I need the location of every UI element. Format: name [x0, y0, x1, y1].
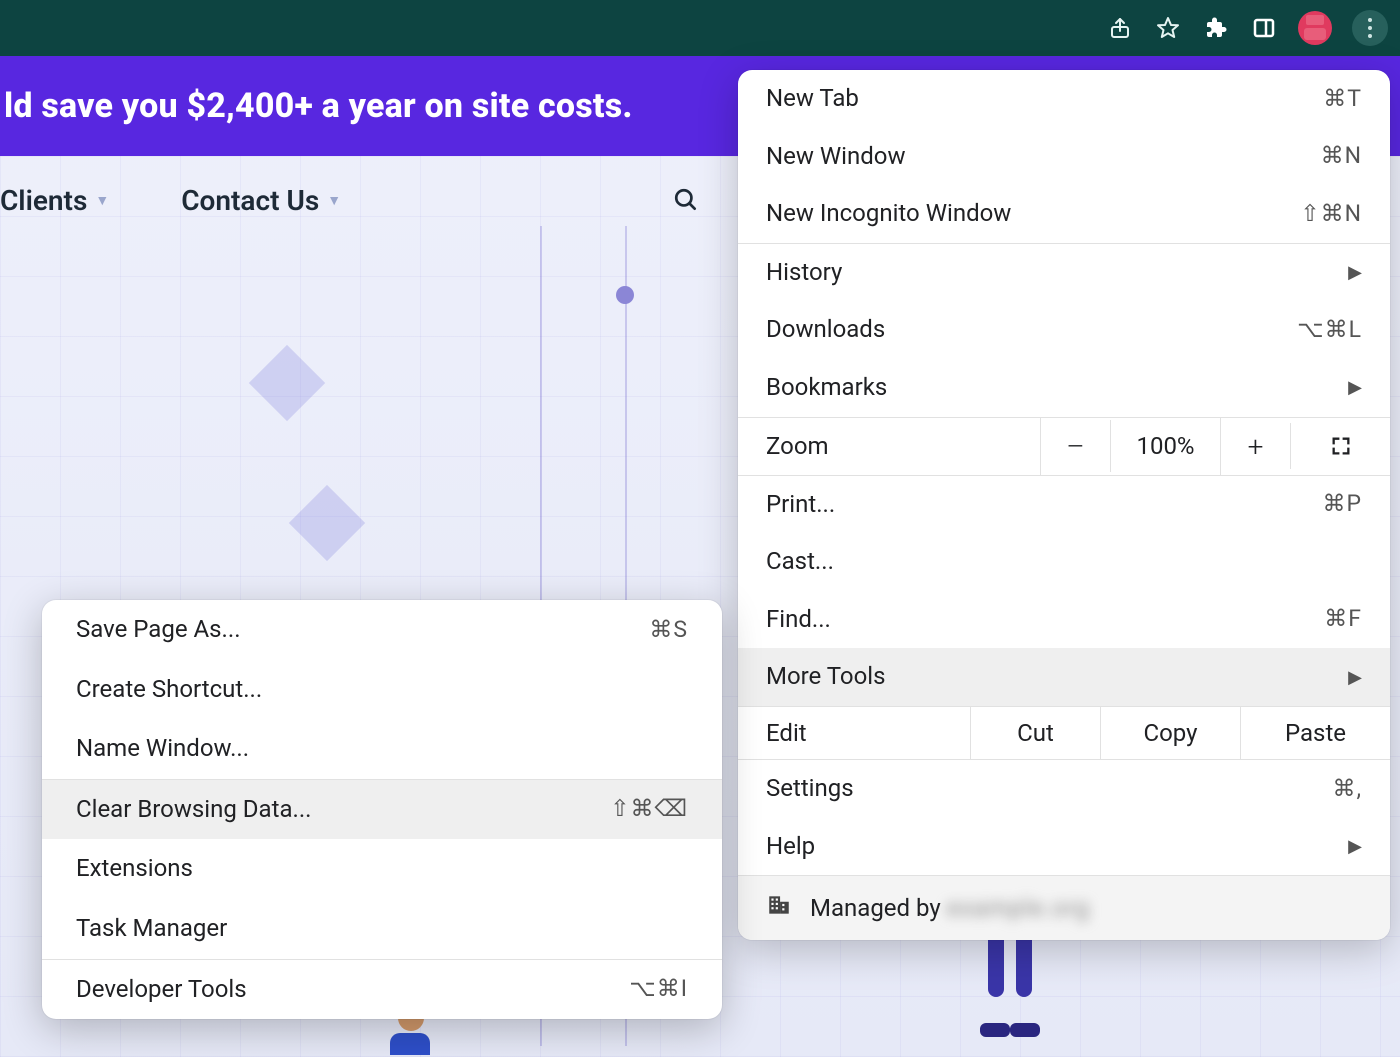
search-icon[interactable]: [673, 187, 699, 213]
submenu-clear-browsing-data[interactable]: Clear Browsing Data... ⇧⌘⌫: [42, 780, 722, 840]
menu-label: Extensions: [76, 852, 193, 886]
edit-cut-button[interactable]: Cut: [970, 707, 1100, 759]
decorative-dot: [616, 286, 634, 304]
bookmark-star-icon[interactable]: [1154, 14, 1182, 42]
organization-icon: [766, 892, 792, 924]
menu-new-tab[interactable]: New Tab ⌘T: [738, 70, 1390, 128]
submenu-extensions[interactable]: Extensions: [42, 839, 722, 899]
menu-label: Create Shortcut...: [76, 673, 262, 707]
menu-print[interactable]: Print... ⌘P: [738, 476, 1390, 534]
menu-shortcut: ⌥⌘I: [629, 973, 688, 1005]
edit-label: Edit: [738, 707, 970, 759]
menu-shortcut: ⌘P: [1322, 488, 1362, 520]
nav-label: Contact Us: [181, 184, 319, 217]
menu-label: New Window: [766, 140, 905, 174]
zoom-label: Zoom: [738, 420, 1040, 472]
menu-label: Clear Browsing Data...: [76, 793, 312, 827]
edit-paste-button[interactable]: Paste: [1240, 707, 1390, 759]
extensions-puzzle-icon[interactable]: [1202, 14, 1230, 42]
menu-label: New Tab: [766, 82, 859, 116]
menu-label: Find...: [766, 603, 831, 637]
menu-label: New Incognito Window: [766, 197, 1011, 231]
side-panel-icon[interactable]: [1250, 14, 1278, 42]
menu-shortcut: ⌥⌘L: [1297, 314, 1362, 346]
menu-shortcut: ⌘T: [1323, 83, 1362, 115]
browser-main-menu: New Tab ⌘T New Window ⌘N New Incognito W…: [738, 70, 1390, 940]
menu-downloads[interactable]: Downloads ⌥⌘L: [738, 301, 1390, 359]
kebab-menu-icon[interactable]: [1352, 10, 1388, 46]
menu-label: Settings: [766, 772, 854, 806]
menu-bookmarks[interactable]: Bookmarks ▶: [738, 359, 1390, 417]
menu-label: Print...: [766, 488, 835, 522]
menu-help[interactable]: Help ▶: [738, 818, 1390, 876]
menu-label: Developer Tools: [76, 973, 247, 1007]
menu-history[interactable]: History ▶: [738, 244, 1390, 302]
more-tools-submenu: Save Page As... ⌘S Create Shortcut... Na…: [42, 600, 722, 1019]
decorative-shape: [289, 485, 365, 561]
edit-copy-button[interactable]: Copy: [1100, 707, 1240, 759]
chevron-down-icon: ▼: [95, 192, 109, 209]
submenu-developer-tools[interactable]: Developer Tools ⌥⌘I: [42, 960, 722, 1020]
menu-managed-by[interactable]: Managed by example.org: [738, 875, 1390, 940]
submenu-save-page[interactable]: Save Page As... ⌘S: [42, 600, 722, 660]
menu-shortcut: ⌘,: [1332, 773, 1362, 805]
submenu-name-window[interactable]: Name Window...: [42, 719, 722, 779]
promo-banner-text: ld save you $2,400+ a year on site costs…: [4, 86, 633, 126]
menu-shortcut: ⌘N: [1321, 140, 1362, 172]
chevron-down-icon: ▼: [327, 192, 341, 209]
browser-toolbar: [0, 0, 1400, 56]
zoom-value: 100%: [1110, 420, 1220, 472]
share-icon[interactable]: [1106, 14, 1134, 42]
menu-label: Downloads: [766, 313, 885, 347]
menu-shortcut: ⌘F: [1324, 603, 1362, 635]
menu-label: Cast...: [766, 545, 834, 579]
menu-find[interactable]: Find... ⌘F: [738, 591, 1390, 649]
decorative-shape: [249, 345, 325, 421]
nav-item-clients[interactable]: Clients ▼: [0, 184, 109, 217]
menu-more-tools[interactable]: More Tools ▶: [738, 648, 1390, 706]
menu-label: More Tools: [766, 660, 886, 694]
menu-label: Name Window...: [76, 732, 249, 766]
menu-edit-row: Edit Cut Copy Paste: [738, 706, 1390, 760]
menu-label: Save Page As...: [76, 613, 241, 647]
menu-new-incognito[interactable]: New Incognito Window ⇧⌘N: [738, 185, 1390, 243]
menu-shortcut: ⌘S: [649, 614, 688, 646]
menu-shortcut: ⇧⌘⌫: [610, 793, 688, 825]
chevron-right-icon: ▶: [1348, 375, 1362, 400]
chevron-right-icon: ▶: [1348, 834, 1362, 859]
submenu-task-manager[interactable]: Task Manager: [42, 899, 722, 959]
menu-label: Bookmarks: [766, 371, 887, 405]
zoom-in-button[interactable]: +: [1220, 418, 1290, 475]
menu-label: History: [766, 256, 842, 290]
nav-item-contact[interactable]: Contact Us ▼: [181, 184, 341, 217]
menu-cast[interactable]: Cast...: [738, 533, 1390, 591]
managed-prefix: Managed by: [810, 894, 947, 922]
menu-new-window[interactable]: New Window ⌘N: [738, 128, 1390, 186]
chevron-right-icon: ▶: [1348, 665, 1362, 690]
menu-zoom-row: Zoom – 100% +: [738, 417, 1390, 476]
submenu-create-shortcut[interactable]: Create Shortcut...: [42, 660, 722, 720]
nav-label: Clients: [0, 184, 87, 217]
menu-shortcut: ⇧⌘N: [1300, 198, 1362, 230]
menu-label: Task Manager: [76, 912, 227, 946]
profile-avatar-icon[interactable]: [1298, 11, 1332, 45]
menu-label: Help: [766, 830, 815, 864]
fullscreen-icon[interactable]: [1290, 423, 1390, 469]
chevron-right-icon: ▶: [1348, 260, 1362, 285]
managed-org-name: example.org: [947, 894, 1090, 922]
zoom-out-button[interactable]: –: [1040, 418, 1110, 475]
menu-settings[interactable]: Settings ⌘,: [738, 760, 1390, 818]
